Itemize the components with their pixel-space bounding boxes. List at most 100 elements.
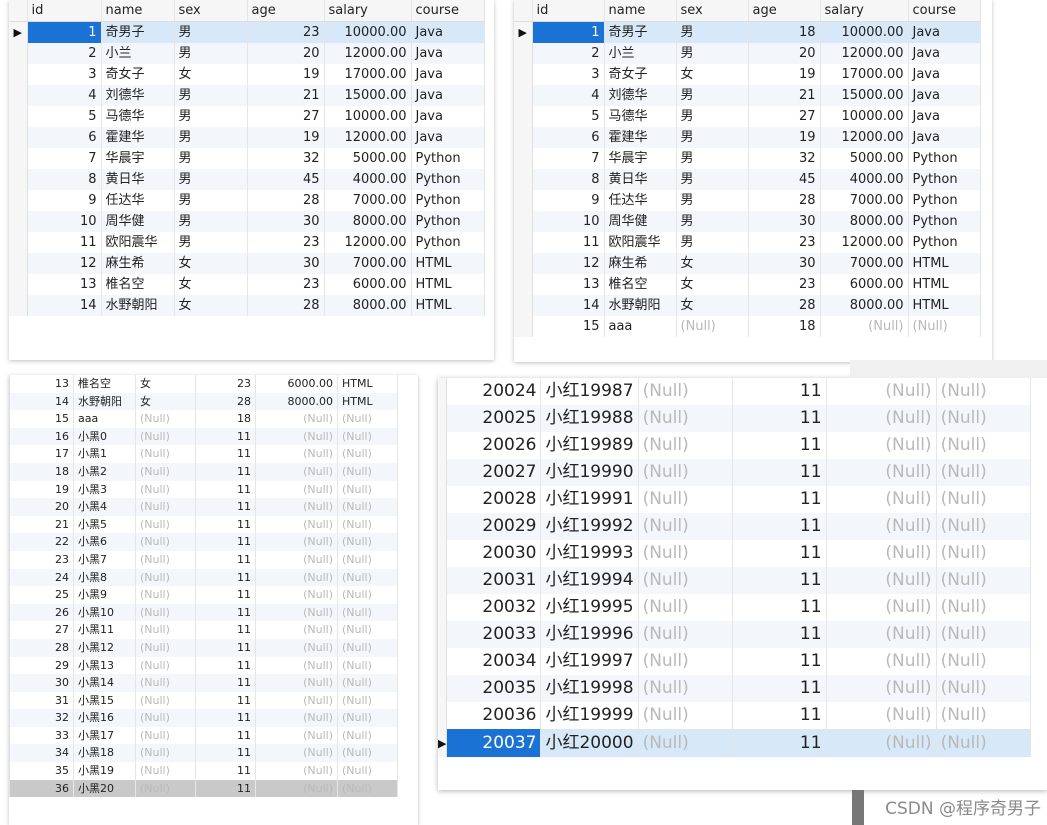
cell-name[interactable]: 小黑7 <box>73 550 136 569</box>
row-selector[interactable] <box>438 567 448 594</box>
cell-sex[interactable]: (Null) <box>135 709 196 727</box>
cell-id[interactable]: 20032 <box>446 594 542 621</box>
cell-id[interactable]: 33 <box>9 726 74 745</box>
table-row[interactable]: 10 周华健男 30 8000.00 Python <box>9 211 485 232</box>
cell-name[interactable]: 水野朝阳 <box>604 295 677 316</box>
cell-age[interactable]: 23 <box>195 375 256 393</box>
column-header-name[interactable]: name <box>101 0 175 22</box>
cell-salary[interactable]: 12000.00 <box>820 232 909 253</box>
cell-salary[interactable]: 17000.00 <box>820 64 909 85</box>
cell-course[interactable]: HTML <box>908 274 981 295</box>
cell-name[interactable]: 华晨宇 <box>604 148 677 169</box>
cell-course[interactable]: (Null) <box>337 603 398 622</box>
cell-id[interactable]: 20036 <box>446 702 542 729</box>
cell-age[interactable]: 45 <box>247 169 325 190</box>
cell-course[interactable]: Python <box>411 169 485 190</box>
cell-id[interactable]: 6 <box>532 127 605 148</box>
cell-course[interactable]: (Null) <box>936 513 1031 540</box>
cell-course[interactable]: (Null) <box>936 567 1031 594</box>
cell-sex[interactable]: 女 <box>135 392 196 411</box>
cell-age[interactable]: 11 <box>195 621 256 639</box>
cell-name[interactable]: 小黑13 <box>73 656 136 675</box>
row-selector[interactable] <box>514 85 533 106</box>
cell-salary[interactable]: (Null) <box>826 513 937 540</box>
cell-id[interactable]: 20037 <box>446 729 542 757</box>
cell-course[interactable]: (Null) <box>337 462 398 481</box>
cell-course[interactable]: Python <box>411 148 485 169</box>
cell-sex[interactable]: 女 <box>174 64 248 85</box>
column-header-age[interactable]: age <box>748 0 821 22</box>
cell-salary[interactable]: (Null) <box>826 702 937 729</box>
cell-name[interactable]: 黄日华 <box>604 169 677 190</box>
table-row[interactable]: 15 aaa (Null) 18 (Null) (Null) <box>9 410 398 428</box>
table-row[interactable]: 20029 小红19992 (Null) 11 (Null) (Null) <box>438 513 1031 540</box>
table-row[interactable]: 4 刘德华男 21 15000.00 Java <box>514 85 981 106</box>
data-table-1[interactable]: id name sex age salary course ▶ 1 奇男子男 23 10… <box>9 0 485 316</box>
table-row[interactable]: 34 小黑18 (Null) 11 (Null) (Null) <box>9 744 398 763</box>
cell-name[interactable]: 小红19989 <box>540 432 639 459</box>
cell-salary[interactable]: (Null) <box>826 621 937 648</box>
table-row[interactable]: 31 小黑15 (Null) 11 (Null) (Null) <box>9 691 398 710</box>
cell-sex[interactable]: (Null) <box>135 515 196 534</box>
table-row[interactable]: 8 黄日华男 45 4000.00 Python <box>9 169 485 190</box>
cell-name[interactable]: 椎名空 <box>604 274 677 295</box>
cell-id[interactable]: 9 <box>532 190 605 211</box>
cell-salary[interactable]: 4000.00 <box>324 169 412 190</box>
row-selector[interactable] <box>438 540 448 567</box>
cell-salary[interactable]: (Null) <box>826 675 937 702</box>
cell-name[interactable]: 华晨宇 <box>101 148 175 169</box>
cell-salary[interactable]: (Null) <box>255 744 338 763</box>
cell-sex[interactable]: 女 <box>676 295 749 316</box>
cell-age[interactable]: 28 <box>748 190 821 211</box>
cell-id[interactable]: 20027 <box>446 459 542 486</box>
cell-age[interactable]: 27 <box>247 106 325 127</box>
column-header-name[interactable]: name <box>604 0 677 22</box>
cell-sex[interactable]: (Null) <box>638 378 733 405</box>
cell-course[interactable]: (Null) <box>936 540 1031 567</box>
row-selector[interactable] <box>9 232 28 253</box>
row-selector[interactable] <box>514 169 533 190</box>
cell-id[interactable]: 32 <box>9 709 74 727</box>
cell-name[interactable]: 水野朝阳 <box>73 392 136 411</box>
cell-salary[interactable]: (Null) <box>255 410 338 428</box>
cell-course[interactable]: (Null) <box>337 515 398 534</box>
cell-sex[interactable]: 男 <box>676 211 749 232</box>
cell-course[interactable]: (Null) <box>936 648 1031 675</box>
column-header-id[interactable]: id <box>27 0 102 22</box>
cell-course[interactable]: Java <box>908 127 981 148</box>
table-row[interactable]: 20032 小红19995 (Null) 11 (Null) (Null) <box>438 594 1031 621</box>
cell-sex[interactable]: 男 <box>174 106 248 127</box>
cell-name[interactable]: 奇女子 <box>101 64 175 85</box>
cell-course[interactable]: (Null) <box>337 427 398 446</box>
table-row[interactable]: 25 小黑9 (Null) 11 (Null) (Null) <box>9 586 398 604</box>
cell-age[interactable]: 11 <box>195 480 256 499</box>
cell-sex[interactable]: 男 <box>174 43 248 64</box>
cell-id[interactable]: 13 <box>9 375 74 393</box>
cell-age[interactable]: 21 <box>247 85 325 106</box>
table-row[interactable]: 29 小黑13 (Null) 11 (Null) (Null) <box>9 656 398 675</box>
table-row[interactable]: 36 小黑20 (Null) 11 (Null) (Null) <box>9 779 398 798</box>
cell-salary[interactable]: (Null) <box>255 550 338 569</box>
cell-age[interactable]: 11 <box>195 568 256 587</box>
cell-course[interactable]: (Null) <box>337 410 398 428</box>
cell-course[interactable]: (Null) <box>337 726 398 745</box>
row-selector[interactable] <box>514 43 533 64</box>
cell-id[interactable]: 14 <box>9 392 74 411</box>
row-selector[interactable] <box>438 486 448 513</box>
table-row[interactable]: 33 小黑17 (Null) 11 (Null) (Null) <box>9 726 398 745</box>
column-header-age[interactable]: age <box>247 0 325 22</box>
table-row[interactable]: 18 小黑2 (Null) 11 (Null) (Null) <box>9 462 398 481</box>
cell-course[interactable]: (Null) <box>908 316 981 337</box>
column-header-salary[interactable]: salary <box>820 0 909 22</box>
cell-course[interactable]: (Null) <box>337 480 398 499</box>
cell-sex[interactable]: (Null) <box>135 762 196 780</box>
cell-id[interactable]: 5 <box>532 106 605 127</box>
cell-age[interactable]: 11 <box>732 486 827 513</box>
cell-name[interactable]: 小黑11 <box>73 621 136 639</box>
cell-name[interactable]: 小黑4 <box>73 498 136 516</box>
cell-name[interactable]: 水野朝阳 <box>101 295 175 316</box>
cell-salary[interactable]: (Null) <box>826 486 937 513</box>
cell-name[interactable]: 小红19990 <box>540 459 639 486</box>
cell-id[interactable]: 35 <box>9 762 74 780</box>
cell-age[interactable]: 21 <box>748 85 821 106</box>
